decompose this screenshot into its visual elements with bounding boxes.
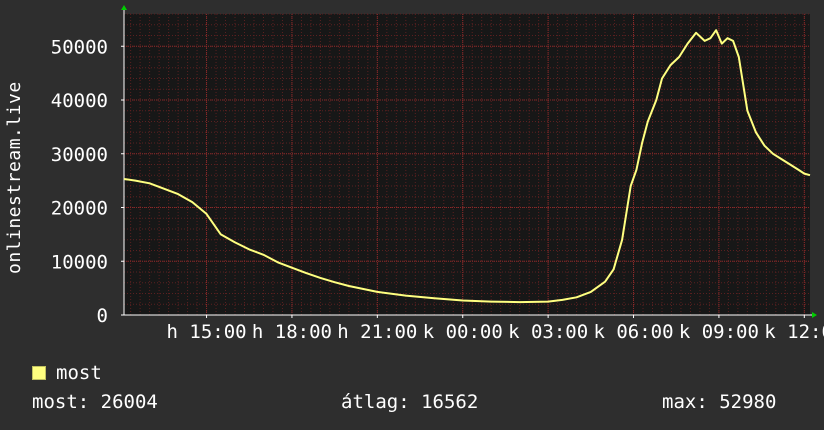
x-tick-label: k 09:00	[679, 321, 759, 343]
y-tick-label: 0	[97, 305, 108, 327]
x-tick-label: k 00:00	[423, 321, 503, 343]
y-axis-arrow	[121, 5, 127, 10]
x-tick-label: h 21:00	[337, 321, 417, 343]
y-tick-label: 10000	[51, 251, 108, 273]
legend: most	[32, 362, 102, 384]
y-axis-label: onlinestream.live	[4, 81, 25, 274]
x-tick-label: k 03:00	[508, 321, 588, 343]
x-tick-label: h 18:00	[252, 321, 332, 343]
stat-current: most: 26004	[32, 391, 158, 413]
x-tick-label: k 12:00	[764, 321, 824, 343]
x-tick-label: k 06:00	[593, 321, 673, 343]
y-tick-label: 20000	[51, 198, 108, 220]
chart-svg: 0 10000 20000 30000 40000 50000 h 15:00 h 18:00…	[51, 5, 824, 343]
legend-swatch	[32, 366, 46, 380]
chart: 0 10000 20000 30000 40000 50000 h 15:00 h 18:00…	[0, 0, 824, 345]
legend-label: most	[56, 362, 102, 384]
stat-average: átlag: 16562	[341, 391, 479, 413]
y-tick-label: 40000	[51, 90, 108, 112]
y-tick-label: 50000	[51, 36, 108, 58]
stat-max: max: 52980	[662, 391, 777, 413]
x-axis-arrow	[812, 312, 817, 318]
y-tick-label: 30000	[51, 144, 108, 166]
x-tick-label: h 15:00	[167, 321, 247, 343]
